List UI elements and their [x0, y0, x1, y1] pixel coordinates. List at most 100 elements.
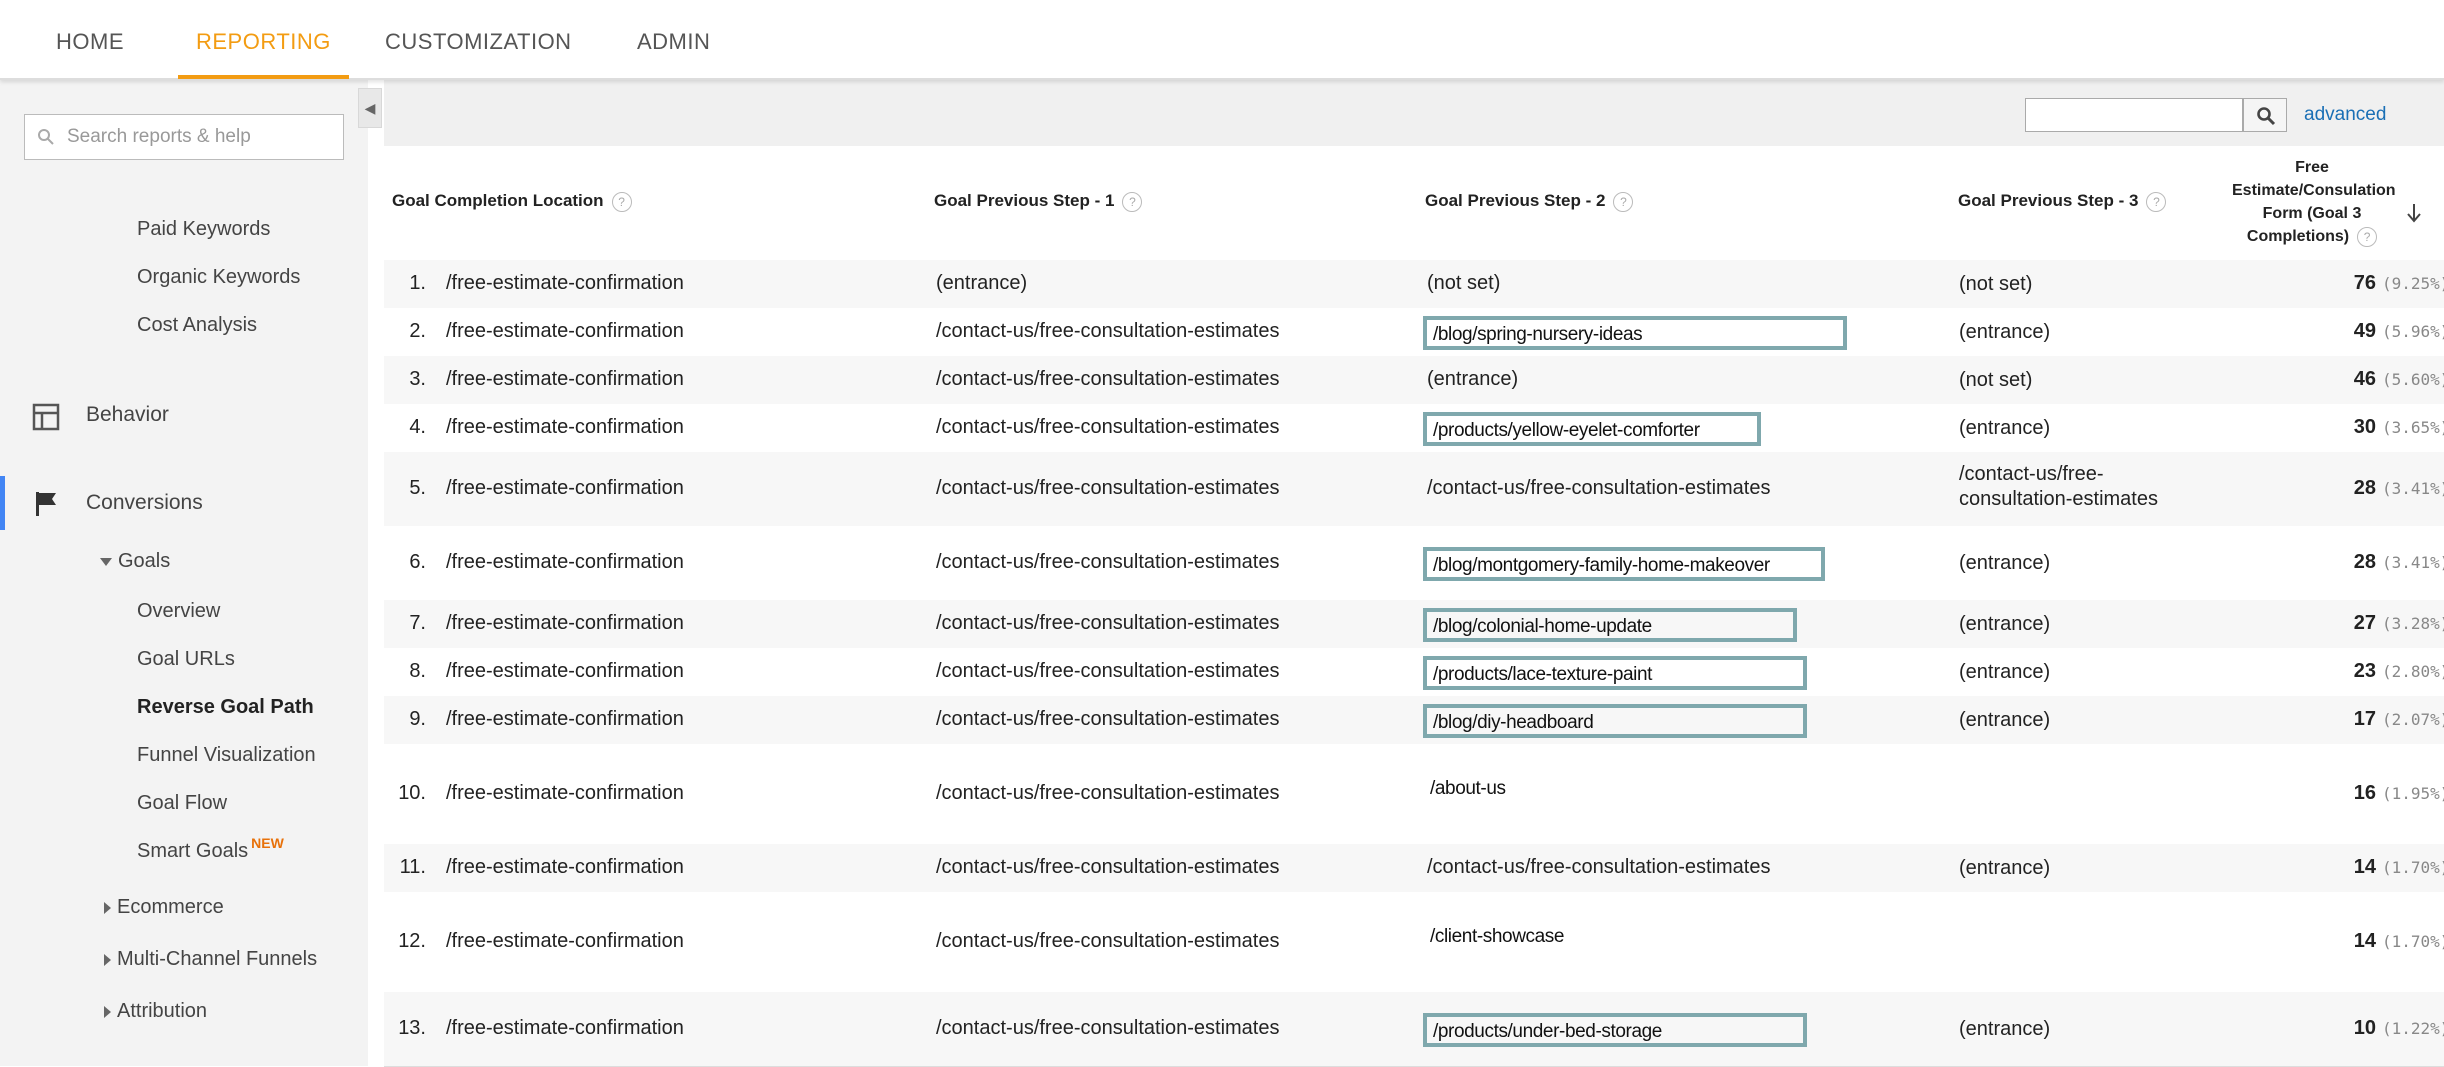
previous-step-3-cell[interactable]: (entrance): [1959, 708, 2050, 733]
previous-step-1-cell[interactable]: /contact-us/free-consultation-estimates: [936, 612, 1280, 635]
goal-completion-location-cell[interactable]: /free-estimate-confirmation: [446, 1017, 684, 1040]
goal-completions-percent: (5.60%): [2382, 370, 2444, 389]
previous-step-2-cell[interactable]: (entrance): [1427, 368, 1518, 391]
goal-completion-location-cell[interactable]: /free-estimate-confirmation: [446, 930, 684, 953]
previous-step-2-cell[interactable]: /client-showcase: [1430, 926, 1564, 948]
tab-home[interactable]: HOME: [56, 0, 124, 78]
highlighted-page-path[interactable]: /products/lace-texture-paint: [1423, 656, 1807, 690]
goal-completions-value: 28: [2353, 477, 2376, 499]
tab-reporting[interactable]: REPORTING: [178, 0, 349, 79]
goal-completion-location-cell[interactable]: /free-estimate-confirmation: [446, 856, 684, 879]
goal-completion-location-cell[interactable]: /free-estimate-confirmation: [446, 272, 684, 295]
previous-step-3-cell[interactable]: (entrance): [1959, 660, 2050, 685]
previous-step-1-cell[interactable]: /contact-us/free-consultation-estimates: [936, 708, 1280, 731]
flag-icon: [36, 492, 56, 516]
sidebar-item-funnel-visualization[interactable]: Funnel Visualization: [137, 744, 316, 767]
goal-completions-value: 17: [2353, 708, 2376, 730]
previous-step-3-cell[interactable]: (entrance): [1959, 1017, 2050, 1042]
sidebar-item-attribution-label: Attribution: [117, 1000, 208, 1022]
previous-step-1-cell[interactable]: /contact-us/free-consultation-estimates: [936, 1017, 1280, 1040]
highlighted-page-path-text: /products/under-bed-storage: [1433, 1021, 1662, 1042]
help-icon[interactable]: ?: [2146, 191, 2167, 212]
table-filter-search-button[interactable]: [2243, 98, 2287, 132]
previous-step-3-cell[interactable]: (entrance): [1959, 612, 2050, 637]
sidebar-item-goal-flow[interactable]: Goal Flow: [137, 792, 227, 815]
sidebar-item-cost-analysis[interactable]: Cost Analysis: [137, 314, 257, 337]
goal-completion-location-cell[interactable]: /free-estimate-confirmation: [446, 368, 684, 391]
goal-completion-location-cell[interactable]: /free-estimate-confirmation: [446, 320, 684, 343]
highlighted-page-path[interactable]: /blog/diy-headboard: [1423, 704, 1807, 738]
sidebar-item-goal-urls[interactable]: Goal URLs: [137, 648, 235, 671]
previous-step-2-cell[interactable]: /contact-us/free-consultation-estimates: [1427, 856, 1771, 879]
help-icon[interactable]: ?: [1122, 191, 1143, 212]
previous-step-1-cell[interactable]: /contact-us/free-consultation-estimates: [936, 551, 1280, 574]
previous-step-1-cell[interactable]: /contact-us/free-consultation-estimates: [936, 660, 1280, 683]
previous-step-1-cell[interactable]: /contact-us/free-consultation-estimates: [936, 930, 1280, 953]
previous-step-3-cell[interactable]: (not set): [1959, 368, 2032, 393]
table-row: 10. /free-estimate-confirmation/contact-u…: [384, 744, 2444, 845]
previous-step-3-cell[interactable]: (entrance): [1959, 856, 2050, 881]
previous-step-2-cell[interactable]: /contact-us/free-consultation-estimates: [1427, 477, 1771, 500]
sidebar-item-reverse-goal-path[interactable]: Reverse Goal Path: [137, 696, 314, 719]
sidebar-item-behavior[interactable]: Behavior: [86, 403, 169, 427]
sidebar-item-goals[interactable]: Goals: [100, 550, 170, 573]
help-icon[interactable]: ?: [1613, 191, 1634, 212]
sidebar-item-ecommerce[interactable]: Ecommerce: [104, 896, 224, 919]
previous-step-2-cell[interactable]: (not set): [1427, 272, 1500, 295]
highlighted-page-path[interactable]: /products/under-bed-storage: [1423, 1013, 1807, 1047]
sidebar-item-conversions[interactable]: Conversions: [86, 491, 203, 515]
table-row: 7. /free-estimate-confirmation/contact-us…: [384, 600, 2444, 649]
tab-customization[interactable]: CUSTOMIZATION: [385, 0, 572, 78]
column-header-label: Goal Previous Step - 1: [934, 191, 1115, 210]
collapse-sidebar-button[interactable]: ◀: [358, 88, 382, 128]
previous-step-3-cell[interactable]: (entrance): [1959, 551, 2050, 576]
previous-step-1-cell[interactable]: /contact-us/free-consultation-estimates: [936, 782, 1280, 805]
highlighted-page-path[interactable]: /blog/spring-nursery-ideas: [1423, 316, 1847, 350]
previous-step-3-cell[interactable]: (entrance): [1959, 320, 2050, 345]
column-header-previous-step-2[interactable]: Goal Previous Step - 2?: [1425, 191, 1634, 212]
report-main: advanced Goal Completion Location? Goal …: [384, 80, 2444, 1067]
report-search-box[interactable]: Search reports & help: [24, 114, 344, 160]
previous-step-1-cell[interactable]: /contact-us/free-consultation-estimates: [936, 368, 1280, 391]
goal-completion-location-cell[interactable]: /free-estimate-confirmation: [446, 477, 684, 500]
tab-admin[interactable]: ADMIN: [637, 0, 710, 78]
previous-step-1-cell[interactable]: /contact-us/free-consultation-estimates: [936, 477, 1280, 500]
column-header-previous-step-3[interactable]: Goal Previous Step - 3?: [1958, 191, 2167, 212]
goal-completion-location-cell[interactable]: /free-estimate-confirmation: [446, 708, 684, 731]
goal-completion-location-cell[interactable]: /free-estimate-confirmation: [446, 782, 684, 805]
goal-completion-location-cell[interactable]: /free-estimate-confirmation: [446, 612, 684, 635]
highlighted-page-path-text: /products/lace-texture-paint: [1433, 664, 1653, 685]
sidebar-item-paid-keywords[interactable]: Paid Keywords: [137, 218, 270, 241]
sidebar-item-attribution[interactable]: Attribution: [104, 1000, 207, 1023]
sidebar-item-overview[interactable]: Overview: [137, 600, 220, 623]
column-header-goal-completion-location[interactable]: Goal Completion Location?: [392, 191, 632, 212]
table-filter-input[interactable]: [2025, 98, 2243, 132]
goal-completion-location-cell[interactable]: /free-estimate-confirmation: [446, 660, 684, 683]
highlighted-page-path-text: /blog/colonial-home-update: [1433, 616, 1652, 637]
help-icon[interactable]: ?: [2357, 226, 2378, 247]
goal-completions-value: 23: [2353, 660, 2376, 682]
previous-step-2-cell[interactable]: /about-us: [1430, 778, 1506, 800]
previous-step-3-cell[interactable]: /contact-us/free-consultation-estimates: [1959, 462, 2189, 512]
sidebar-item-smart-goals[interactable]: Smart Goals NEW: [137, 835, 284, 863]
sort-descending-icon[interactable]: [2406, 202, 2422, 224]
highlighted-page-path[interactable]: /products/yellow-eyelet-comforter: [1423, 412, 1761, 446]
highlighted-page-path[interactable]: /blog/colonial-home-update: [1423, 608, 1797, 642]
column-header-goal-completions[interactable]: Free Estimate/Consulation Form (Goal 3 C…: [2232, 156, 2396, 248]
sidebar-item-multi-channel-funnels[interactable]: Multi-Channel Funnels: [104, 948, 317, 971]
previous-step-1-cell[interactable]: /contact-us/free-consultation-estimates: [936, 856, 1280, 879]
goal-completions-value: 28: [2353, 551, 2376, 573]
previous-step-1-cell[interactable]: (entrance): [936, 272, 1027, 295]
advanced-filter-link[interactable]: advanced: [2304, 104, 2386, 126]
previous-step-1-cell[interactable]: /contact-us/free-consultation-estimates: [936, 320, 1280, 343]
goal-completion-location-cell[interactable]: /free-estimate-confirmation: [446, 551, 684, 574]
sidebar-item-organic-keywords[interactable]: Organic Keywords: [137, 266, 300, 289]
goal-completion-location-cell[interactable]: /free-estimate-confirmation: [446, 416, 684, 439]
previous-step-3-cell[interactable]: (entrance): [1959, 416, 2050, 441]
column-header-previous-step-1[interactable]: Goal Previous Step - 1?: [934, 191, 1143, 212]
help-icon[interactable]: ?: [611, 191, 632, 212]
previous-step-3-cell[interactable]: (not set): [1959, 272, 2032, 297]
sidebar-item-multi-channel-funnels-label: Multi-Channel Funnels: [117, 948, 318, 970]
highlighted-page-path[interactable]: /blog/montgomery-family-home-makeover: [1423, 547, 1825, 581]
previous-step-1-cell[interactable]: /contact-us/free-consultation-estimates: [936, 416, 1280, 439]
